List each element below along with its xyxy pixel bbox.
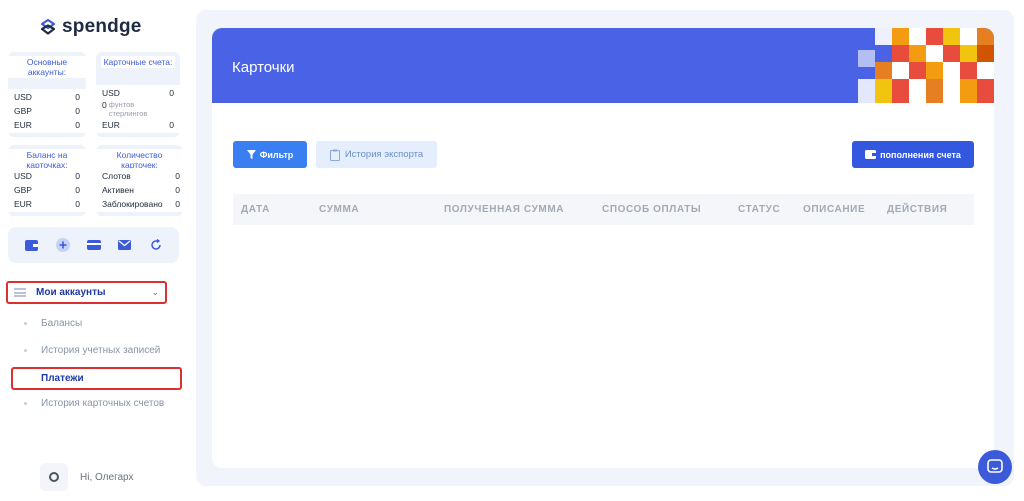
- menu-label: Мои аккаунты: [36, 287, 106, 298]
- wallet-icon[interactable]: [25, 238, 39, 252]
- column-description[interactable]: ОПИСАНИЕ: [803, 204, 865, 215]
- card-accounts-box: Карточные счета: USD 0 0 фунтов стерлингов…: [96, 52, 180, 137]
- card-icon[interactable]: [86, 238, 101, 252]
- filter-button[interactable]: Фильтр: [233, 141, 307, 168]
- filter-icon: [246, 150, 256, 159]
- quick-actions: [8, 227, 179, 263]
- logo[interactable]: spendge: [38, 16, 142, 38]
- export-history-button[interactable]: История экспорта: [316, 141, 437, 168]
- decorative-pattern-icon: [858, 28, 994, 103]
- chat-button[interactable]: [978, 450, 1012, 484]
- chevron-down-icon: ⌄: [151, 287, 159, 297]
- chat-icon: [987, 459, 1003, 473]
- bullet-icon: [24, 402, 27, 405]
- spendge-logo-icon: [40, 18, 56, 35]
- submenu-card-account-history[interactable]: История карточных счетов: [24, 398, 164, 409]
- bullet-icon: [24, 349, 27, 352]
- cards-panel: Карточки Фильтр История экспорта пополне…: [212, 28, 994, 468]
- clipboard-icon: [329, 149, 340, 161]
- card-balance-box: Баланс на карточках: USD 0 GBP 0 EUR 0: [8, 145, 86, 216]
- menu-icon: [14, 288, 26, 297]
- add-icon[interactable]: [55, 238, 70, 252]
- box-title: Карточные счета:: [100, 56, 176, 68]
- submenu-payments[interactable]: Платежи: [11, 367, 182, 390]
- box-title: Основные аккаунты:: [8, 56, 86, 78]
- submenu-account-history[interactable]: История учетных записей: [24, 345, 160, 356]
- mail-icon[interactable]: [118, 238, 132, 252]
- column-actions[interactable]: ДЕЙСТВИЯ: [887, 204, 947, 215]
- page-banner: Карточки: [212, 28, 994, 103]
- card-count-box: Количество карточек: Слотов 0 Активен 0 За…: [96, 145, 183, 216]
- column-payment-method[interactable]: СПОСОБ ОПЛАТЫ: [602, 204, 701, 215]
- page-title: Карточки: [232, 59, 295, 76]
- column-status[interactable]: СТАТУС: [738, 204, 780, 215]
- user-profile[interactable]: Hi, Олегарх: [40, 463, 134, 491]
- brand-name: spendge: [62, 16, 142, 37]
- sidebar: spendge Основные аккаунты: USD 0 GBP 0 EUR…: [0, 0, 190, 501]
- top-up-button[interactable]: пополнения счета: [852, 141, 974, 168]
- wallet-icon: [865, 150, 877, 159]
- column-date[interactable]: ДАТА: [241, 204, 270, 215]
- submenu-balances[interactable]: Балансы: [24, 318, 82, 329]
- column-amount[interactable]: СУММА: [319, 204, 359, 215]
- bullet-icon: [24, 322, 27, 325]
- user-icon: [40, 463, 68, 491]
- main-accounts-box: Основные аккаунты: USD 0 GBP 0 EUR 0: [8, 52, 86, 137]
- refresh-icon[interactable]: [149, 238, 163, 252]
- table-header: ДАТА СУММА ПОЛУЧЕННАЯ СУММА СПОСОБ ОПЛАТ…: [233, 194, 974, 225]
- menu-my-accounts[interactable]: Мои аккаунты ⌄: [6, 281, 167, 304]
- user-greeting: Hi, Олегарх: [80, 471, 134, 483]
- column-received-amount[interactable]: ПОЛУЧЕННАЯ СУММА: [444, 204, 564, 215]
